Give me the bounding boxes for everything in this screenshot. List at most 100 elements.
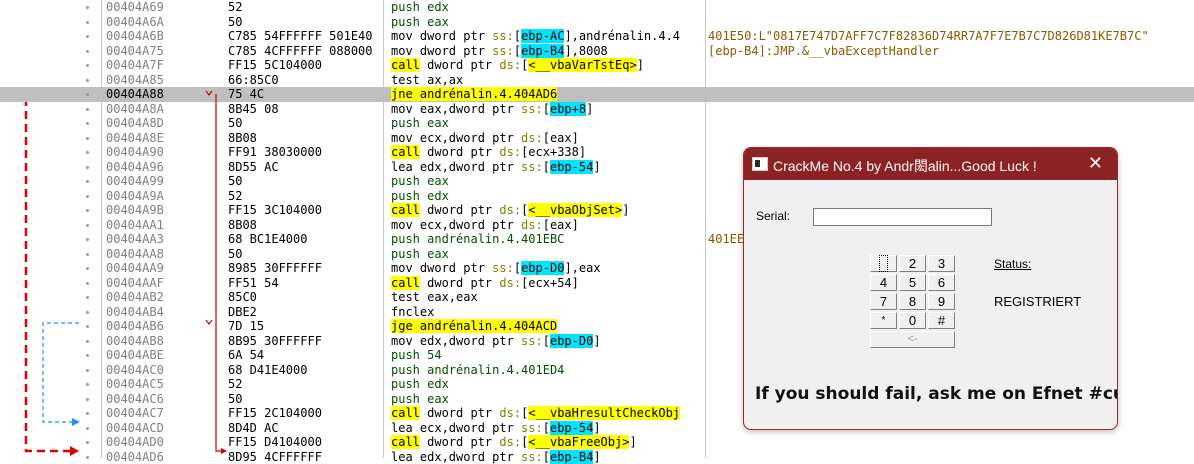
breakpoint-dot[interactable]: [86, 340, 89, 343]
opcode-bytes: 75 4C: [228, 87, 383, 102]
disasm-row[interactable]: 00404A6952push edx: [0, 0, 1194, 15]
instruction-token: ]: [622, 203, 629, 217]
breakpoint-dot[interactable]: [86, 325, 89, 328]
backspace-button[interactable]: <-: [870, 331, 955, 348]
breakpoint-dot[interactable]: [86, 311, 89, 314]
disasm-row[interactable]: 00404A6A50push eax: [0, 15, 1194, 30]
instruction-token: mov ecx,dword ptr: [391, 218, 521, 232]
breakpoint-dot[interactable]: [86, 238, 89, 241]
disasm-row[interactable]: 00404A8E8B08mov ecx,dword ptr ds:[eax]: [0, 131, 1194, 146]
opcode-bytes: 8B95 30FFFFFF: [228, 334, 383, 349]
address: 00404AA1: [106, 218, 164, 233]
disasm-row[interactable]: 00404A7FFF15 5C104000call dword ptr ds:[…: [0, 58, 1194, 73]
disasm-row[interactable]: 00404A6BC785 54FFFFFF 501E40mov dword pt…: [0, 29, 1194, 44]
breakpoint-dot[interactable]: [86, 282, 89, 285]
keypad-key-1[interactable]: [870, 255, 897, 272]
keypad-key-hash[interactable]: #: [928, 312, 955, 329]
breakpoint-dot[interactable]: [86, 224, 89, 227]
opcode-bytes: FF15 3C104000: [228, 203, 383, 218]
opcode-bytes: 50: [228, 15, 383, 30]
keypad-key-7[interactable]: 7: [870, 293, 897, 310]
instruction: call dword ptr ds:[ecx+338]: [391, 145, 707, 160]
breakpoint-dot[interactable]: [86, 383, 89, 386]
instruction-token: dword ptr: [420, 276, 499, 290]
keypad-key-3[interactable]: 3: [928, 255, 955, 272]
breakpoint-dot[interactable]: [86, 209, 89, 212]
breakpoint-dot[interactable]: [86, 64, 89, 67]
breakpoint-dot[interactable]: [86, 427, 89, 430]
breakpoint-dot[interactable]: [86, 369, 89, 372]
opcode-bytes: 52: [228, 189, 383, 204]
keypad-key-5[interactable]: 5: [899, 274, 926, 291]
disasm-row[interactable]: 00404A8A8B45 08mov eax,dword ptr ss:[ebp…: [0, 102, 1194, 117]
instruction: push andrénalin.4.401EBC: [391, 232, 707, 247]
keypad-key-0[interactable]: 0: [899, 312, 926, 329]
instruction-token: fnclex: [391, 305, 434, 319]
keypad-key-4[interactable]: 4: [870, 274, 897, 291]
breakpoint-dot[interactable]: [86, 267, 89, 270]
breakpoint-dot[interactable]: [86, 35, 89, 38]
address: 00404A9A: [106, 189, 164, 204]
breakpoint-dot[interactable]: [86, 398, 89, 401]
breakpoint-dot[interactable]: [86, 50, 89, 53]
breakpoint-dot[interactable]: [86, 108, 89, 111]
breakpoint-dot[interactable]: [86, 137, 89, 140]
breakpoint-dot[interactable]: [86, 122, 89, 125]
instruction-token: dword ptr: [420, 203, 499, 217]
breakpoint-dot[interactable]: [86, 79, 89, 82]
instruction-token: mov dword ptr: [391, 261, 492, 275]
breakpoint-dot[interactable]: [86, 412, 89, 415]
breakpoint-dot[interactable]: [86, 441, 89, 444]
instruction: mov dword ptr ss:[ebp-AC],andrénalin.4.4: [391, 29, 707, 44]
close-icon[interactable]: ✕: [1088, 153, 1103, 174]
keypad-key-6[interactable]: 6: [928, 274, 955, 291]
instruction-token: andrénalin.4.404AD6: [413, 87, 558, 101]
breakpoint-dot[interactable]: [86, 296, 89, 299]
instruction-token: ebp+8: [550, 102, 586, 116]
crackme-window[interactable]: CrackMe No.4 by Andr閎alin...Good Luck ! …: [743, 147, 1118, 430]
instruction-token: call: [391, 406, 420, 420]
instruction: jge andrénalin.4.404ACD: [391, 319, 707, 334]
breakpoint-dot[interactable]: [86, 456, 89, 459]
breakpoint-dot[interactable]: [86, 253, 89, 256]
opcode-bytes: FF15 5C104000: [228, 58, 383, 73]
address: 00404ABE: [106, 348, 164, 363]
address: 00404A96: [106, 160, 164, 175]
instruction-token: call: [391, 145, 420, 159]
breakpoint-dot[interactable]: [86, 21, 89, 24]
instruction-token: push andrénalin.4.401EBC: [391, 232, 564, 246]
breakpoint-dot[interactable]: [86, 6, 89, 9]
disasm-row[interactable]: 00404AD0FF15 D4104000call dword ptr ds:[…: [0, 435, 1194, 450]
opcode-bytes: 52: [228, 377, 383, 392]
breakpoint-dot[interactable]: [86, 195, 89, 198]
disasm-row[interactable]: 00404A8566:85C0test ax,ax: [0, 73, 1194, 88]
instruction-token: [: [543, 450, 550, 464]
instruction-token: ebp-D0: [550, 334, 593, 348]
disasm-row[interactable]: 00404AD68D95 4CFFFFFFlea edx,dword ptr s…: [0, 450, 1194, 464]
comment: 401E50:L"0817E747D7AFF7C7F82836D74RR7A7F…: [708, 29, 1149, 44]
disasm-row[interactable]: 00404A75C785 4CFFFFFF 088000mov dword pt…: [0, 44, 1194, 59]
breakpoint-dot[interactable]: [86, 151, 89, 154]
address: 00404AA9: [106, 261, 164, 276]
instruction: lea edx,dword ptr ss:[ebp-B4]: [391, 450, 707, 464]
breakpoint-dot[interactable]: [86, 93, 89, 96]
selected-row[interactable]: 00404A8875 4Cjne andrénalin.4.404AD6: [0, 87, 1194, 102]
instruction-token: [ecx+54]: [521, 276, 579, 290]
opcode-bytes: DBE2: [228, 305, 383, 320]
breakpoint-dot[interactable]: [86, 166, 89, 169]
keypad-key-star[interactable]: *: [870, 312, 897, 329]
instruction-token: ds:: [521, 131, 543, 145]
keypad-key-9[interactable]: 9: [928, 293, 955, 310]
disasm-row[interactable]: 00404A8D50push eax: [0, 116, 1194, 131]
serial-input[interactable]: [813, 208, 992, 226]
instruction-token: ss:: [492, 29, 514, 43]
address: 00404A6B: [106, 29, 164, 44]
breakpoint-dot[interactable]: [86, 354, 89, 357]
keypad-key-2[interactable]: 2: [899, 255, 926, 272]
opcode-bytes: 8D55 AC: [228, 160, 383, 175]
keypad-key-8[interactable]: 8: [899, 293, 926, 310]
title-bar[interactable]: CrackMe No.4 by Andr閎alin...Good Luck ! …: [744, 148, 1117, 180]
opcode-bytes: 66:85C0: [228, 73, 383, 88]
instruction: push edx: [391, 0, 707, 15]
breakpoint-dot[interactable]: [86, 180, 89, 183]
